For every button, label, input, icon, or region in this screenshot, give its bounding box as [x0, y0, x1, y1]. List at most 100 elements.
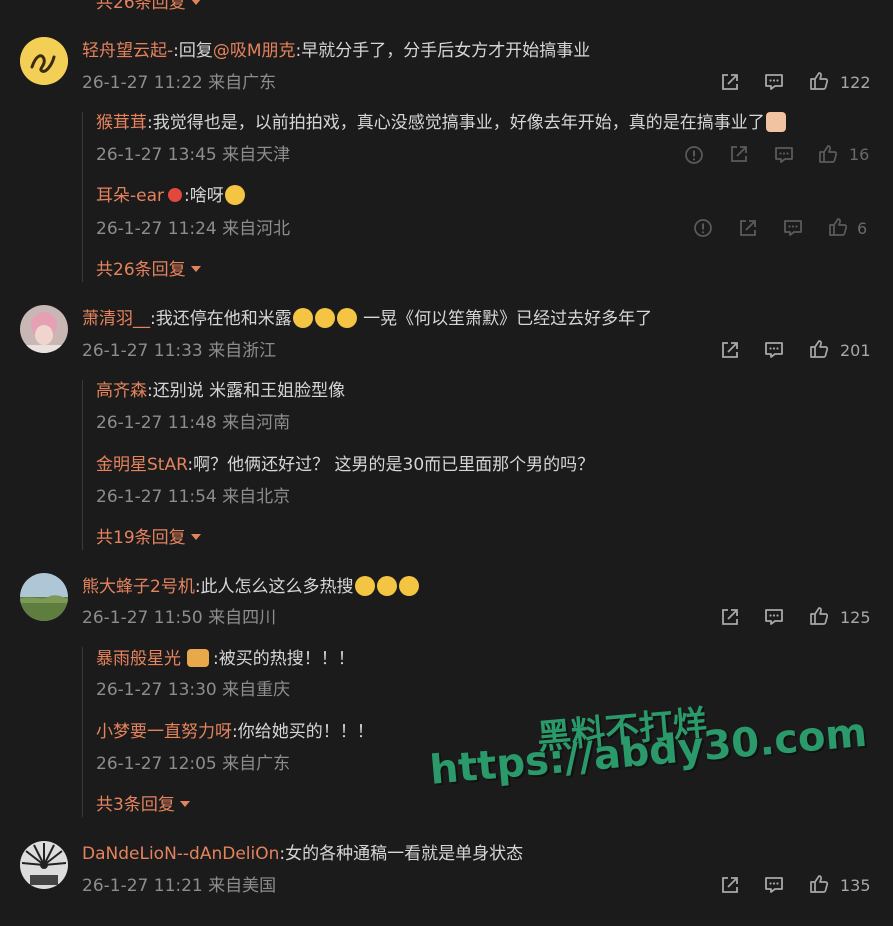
reply-meta: 26-1-27 13:30 来自重庆: [96, 680, 291, 700]
username-link[interactable]: DaNdeLioN--dAnDeliOn: [82, 844, 279, 864]
more-replies-label: 共26条回复: [96, 260, 186, 280]
comment-body-continued: 一晃《何以笙箫默》已经过去好多年了: [357, 309, 653, 329]
comment-body: :女的各种通稿一看就是单身状态: [279, 844, 524, 864]
comment-icon[interactable]: [763, 874, 785, 896]
like-icon[interactable]: [808, 70, 830, 92]
comment-icon[interactable]: [763, 71, 785, 93]
comment-meta: 26-1-27 11:21 来自美国: [82, 876, 277, 896]
like-count: 16: [849, 145, 870, 164]
username-link[interactable]: 耳朵-ear: [96, 186, 164, 206]
like-icon[interactable]: [827, 216, 849, 238]
username-link[interactable]: 熊大蜂子2号机: [82, 577, 195, 597]
username-link[interactable]: 暴雨般星光: [96, 649, 181, 669]
username-link[interactable]: 萧清羽__: [82, 309, 150, 329]
reply-meta: 26-1-27 12:05 来自广东: [96, 754, 291, 774]
comment-icon[interactable]: [763, 606, 785, 628]
like-icon[interactable]: [808, 338, 830, 360]
comment-meta: 26-1-27 11:50 来自四川: [82, 608, 277, 628]
comment-body: :此人怎么这么多热搜: [194, 577, 354, 597]
surprised-emoji-icon: [376, 576, 397, 596]
like-icon[interactable]: [808, 605, 830, 627]
reply-body: :啥呀: [184, 186, 224, 206]
reply-text: 耳朵-ear :啥呀: [96, 185, 246, 207]
emoji-icon: [314, 308, 335, 328]
like-count: 125: [840, 608, 871, 627]
comment-meta: 26-1-27 11:33 来自浙江: [82, 341, 277, 361]
reply-text: 暴雨般星光 :被买的热搜！！！: [96, 648, 355, 670]
surprised-emoji-icon: [398, 576, 419, 596]
reply-text: 猴茸茸:我觉得也是，以前拍拍戏，真心没感觉搞事业，好像去年开始，真的是在搞事业了: [96, 112, 787, 134]
reply-thread-line: [82, 647, 83, 817]
share-icon[interactable]: [728, 143, 750, 165]
avatar-image: [20, 305, 68, 353]
like-icon[interactable]: [808, 873, 830, 895]
like-count: 122: [840, 73, 871, 92]
comment-icon[interactable]: [782, 217, 804, 239]
reply-thread-line: [82, 112, 83, 282]
report-icon[interactable]: [683, 144, 705, 166]
emoji-icon: [292, 308, 313, 328]
share-icon[interactable]: [719, 339, 741, 361]
watermark-url: https://abdy30.com: [428, 709, 869, 794]
share-icon[interactable]: [737, 217, 759, 239]
share-icon[interactable]: [719, 71, 741, 93]
reply-meta: 26-1-27 11:54 来自北京: [96, 487, 291, 507]
chevron-down-icon: [190, 534, 201, 540]
comment-text: DaNdeLioN--dAnDeliOn:女的各种通稿一看就是单身状态: [82, 843, 523, 865]
surprised-emoji-icon: [354, 576, 375, 596]
chevron-down-icon: [179, 801, 190, 807]
reply-text: 金明星StAR:啊？他俩还好过？ 这男的是30而已里面那个男的吗？: [96, 454, 594, 476]
username-link[interactable]: 小梦要一直努力呀: [96, 722, 232, 742]
share-icon[interactable]: [719, 606, 741, 628]
mention-link[interactable]: @吸M朋克: [213, 41, 296, 61]
avatar-image: [20, 573, 68, 621]
laughing-emoji-icon: [224, 185, 245, 205]
more-replies-label: 共19条回复: [96, 528, 186, 548]
comment-meta: 26-1-27 11:22 来自广东: [82, 73, 277, 93]
avatar[interactable]: [20, 841, 68, 889]
avatar-image: [20, 841, 68, 889]
more-replies-link[interactable]: 共3条回复: [96, 794, 190, 816]
reply-text: 小梦要一直努力呀:你给她买的！！！: [96, 721, 374, 743]
like-count: 135: [840, 876, 871, 895]
more-replies-link[interactable]: 共26条回复: [96, 259, 201, 281]
reply-meta: 26-1-27 11:24 来自河北: [96, 219, 291, 239]
more-replies-link[interactable]: 共19条回复: [96, 527, 201, 549]
username-link[interactable]: 高齐森: [96, 381, 147, 401]
thumbs-up-emoji-icon: [765, 112, 786, 132]
avatar-image: [20, 37, 68, 85]
reply-meta: 26-1-27 13:45 来自天津: [96, 145, 291, 165]
more-replies-label: 共26条回复: [96, 0, 186, 13]
like-count: 6: [857, 219, 868, 238]
reply-body: :还别说 米露和王姐脸型像: [147, 381, 346, 401]
reply-meta: 26-1-27 11:48 来自河南: [96, 413, 291, 433]
crown-badge-icon: [187, 649, 209, 667]
share-icon[interactable]: [719, 874, 741, 896]
reply-body: :被买的热搜！！！: [213, 649, 355, 669]
reply-body: :你给她买的！！！: [232, 722, 374, 742]
emoji-icon: [336, 308, 357, 328]
avatar[interactable]: [20, 305, 68, 353]
chevron-down-icon: [190, 266, 201, 272]
comment-body: :我还停在他和米露: [150, 309, 292, 329]
chevron-down-icon: [190, 0, 201, 5]
comment-text: 轻舟望云起-:回复@吸M朋克:早就分手了，分手后女方才开始搞事业: [82, 40, 590, 62]
reply-body: :啊？他俩还好过？ 这男的是30而已里面那个男的吗？: [187, 455, 595, 475]
username-link[interactable]: 金明星StAR: [96, 455, 187, 475]
reply-thread-line: [82, 380, 83, 550]
comment-icon[interactable]: [763, 339, 785, 361]
report-icon[interactable]: [692, 217, 714, 239]
reply-prefix: :回复: [173, 41, 213, 61]
like-icon[interactable]: [817, 143, 839, 165]
username-link[interactable]: 猴茸茸: [96, 113, 147, 133]
reply-text: 高齐森:还别说 米露和王姐脸型像: [96, 380, 345, 402]
like-count: 201: [840, 341, 871, 360]
avatar[interactable]: [20, 573, 68, 621]
avatar[interactable]: [20, 37, 68, 85]
comment-icon[interactable]: [773, 144, 795, 166]
comment-body: :早就分手了，分手后女方才开始搞事业: [295, 41, 591, 61]
more-replies-link[interactable]: 共26条回复: [96, 0, 201, 14]
username-link[interactable]: 轻舟望云起-: [82, 41, 173, 61]
more-replies-label: 共3条回复: [96, 795, 175, 815]
comment-text: 熊大蜂子2号机:此人怎么这么多热搜: [82, 576, 420, 598]
